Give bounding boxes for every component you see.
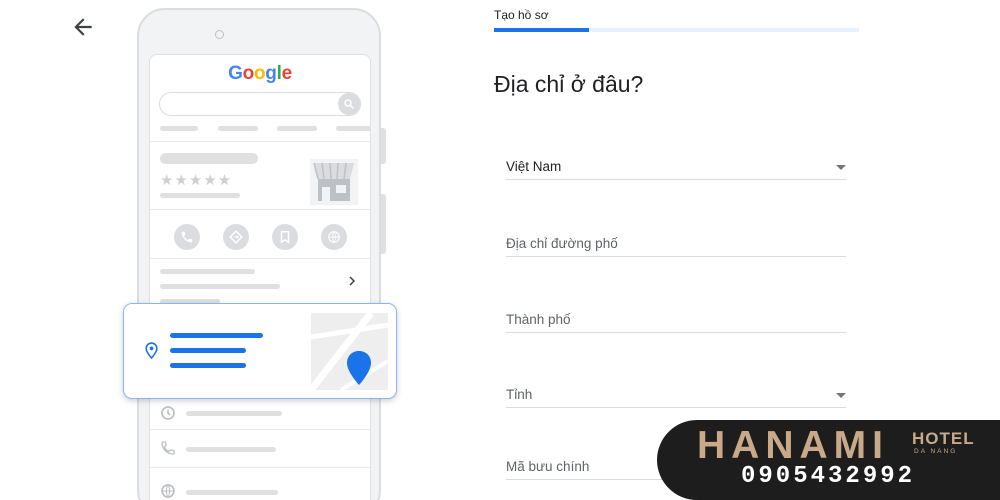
- phone-camera: [215, 30, 224, 39]
- mock-text-line: [186, 490, 278, 495]
- phone-icon: [174, 224, 200, 250]
- country-select-value: Việt Nam: [506, 159, 562, 174]
- province-placeholder: Tỉnh: [506, 387, 533, 402]
- divider: [150, 141, 370, 142]
- back-arrow-icon: [74, 18, 92, 36]
- phone-side-button: [381, 194, 386, 254]
- divider: [150, 258, 370, 259]
- divider: [150, 467, 370, 468]
- divider: [150, 209, 370, 210]
- city-placeholder: Thành phố: [506, 312, 571, 327]
- map-thumbnail: [311, 313, 388, 390]
- google-logo: Google: [228, 63, 292, 84]
- dropdown-arrow-icon: [836, 393, 846, 398]
- address-line: [170, 348, 246, 353]
- phone-mockup: Google ★★★★★: [137, 8, 386, 500]
- street-address-placeholder: Địa chỉ đường phố: [506, 236, 618, 251]
- map-pin-icon: [347, 351, 371, 385]
- country-select[interactable]: Việt Nam: [506, 146, 846, 180]
- mock-tab: [277, 126, 317, 131]
- address-line: [170, 333, 263, 338]
- mock-search-bar: [159, 92, 361, 116]
- mock-text-line: [160, 269, 255, 274]
- phone-side-button: [381, 128, 386, 164]
- dropdown-arrow-icon: [836, 165, 846, 170]
- watermark-hotel: HOTEL: [912, 429, 975, 448]
- mock-text-line: [160, 284, 280, 289]
- back-arrow-button[interactable]: [70, 14, 96, 40]
- step-label: Tạo hồ sơ: [494, 8, 549, 22]
- progress-bar: [494, 28, 859, 32]
- clock-icon: [161, 406, 175, 420]
- postal-code-placeholder: Mã bưu chính: [506, 459, 590, 474]
- location-pin-icon: [145, 342, 158, 359]
- address-preview-card: [123, 303, 397, 399]
- mock-tab: [160, 126, 198, 131]
- globe-icon: [161, 484, 175, 498]
- watermark-phone: 0905432992: [741, 463, 916, 490]
- city-input[interactable]: Thành phố: [506, 299, 846, 333]
- address-line: [170, 363, 246, 368]
- progress-fill: [494, 28, 589, 32]
- mock-tab: [336, 126, 370, 131]
- chevron-right-icon: [349, 276, 356, 286]
- street-address-input[interactable]: Địa chỉ đường phố: [506, 223, 846, 257]
- bookmark-icon: [272, 224, 298, 250]
- phone-screen: Google ★★★★★: [149, 54, 371, 500]
- watermark-city: DA NANG: [914, 448, 958, 455]
- divider: [150, 429, 370, 430]
- mock-text-line: [160, 193, 240, 198]
- mock-business-name: [160, 153, 258, 164]
- globe-icon: [321, 224, 347, 250]
- watermark-banner: HANAMI HOTEL DA NANG 0905432992: [657, 420, 1000, 500]
- rating-stars: ★★★★★: [160, 172, 233, 189]
- page-title: Địa chỉ ở đâu?: [494, 71, 644, 97]
- search-icon: [338, 93, 360, 115]
- mock-text-line: [186, 447, 276, 452]
- watermark-brand: HANAMI: [697, 424, 889, 467]
- province-select[interactable]: Tỉnh: [506, 374, 846, 408]
- phone-icon: [161, 441, 175, 455]
- directions-icon: [223, 224, 249, 250]
- mock-text-line: [186, 411, 282, 416]
- store-icon: [310, 159, 358, 205]
- mock-tab: [218, 126, 258, 131]
